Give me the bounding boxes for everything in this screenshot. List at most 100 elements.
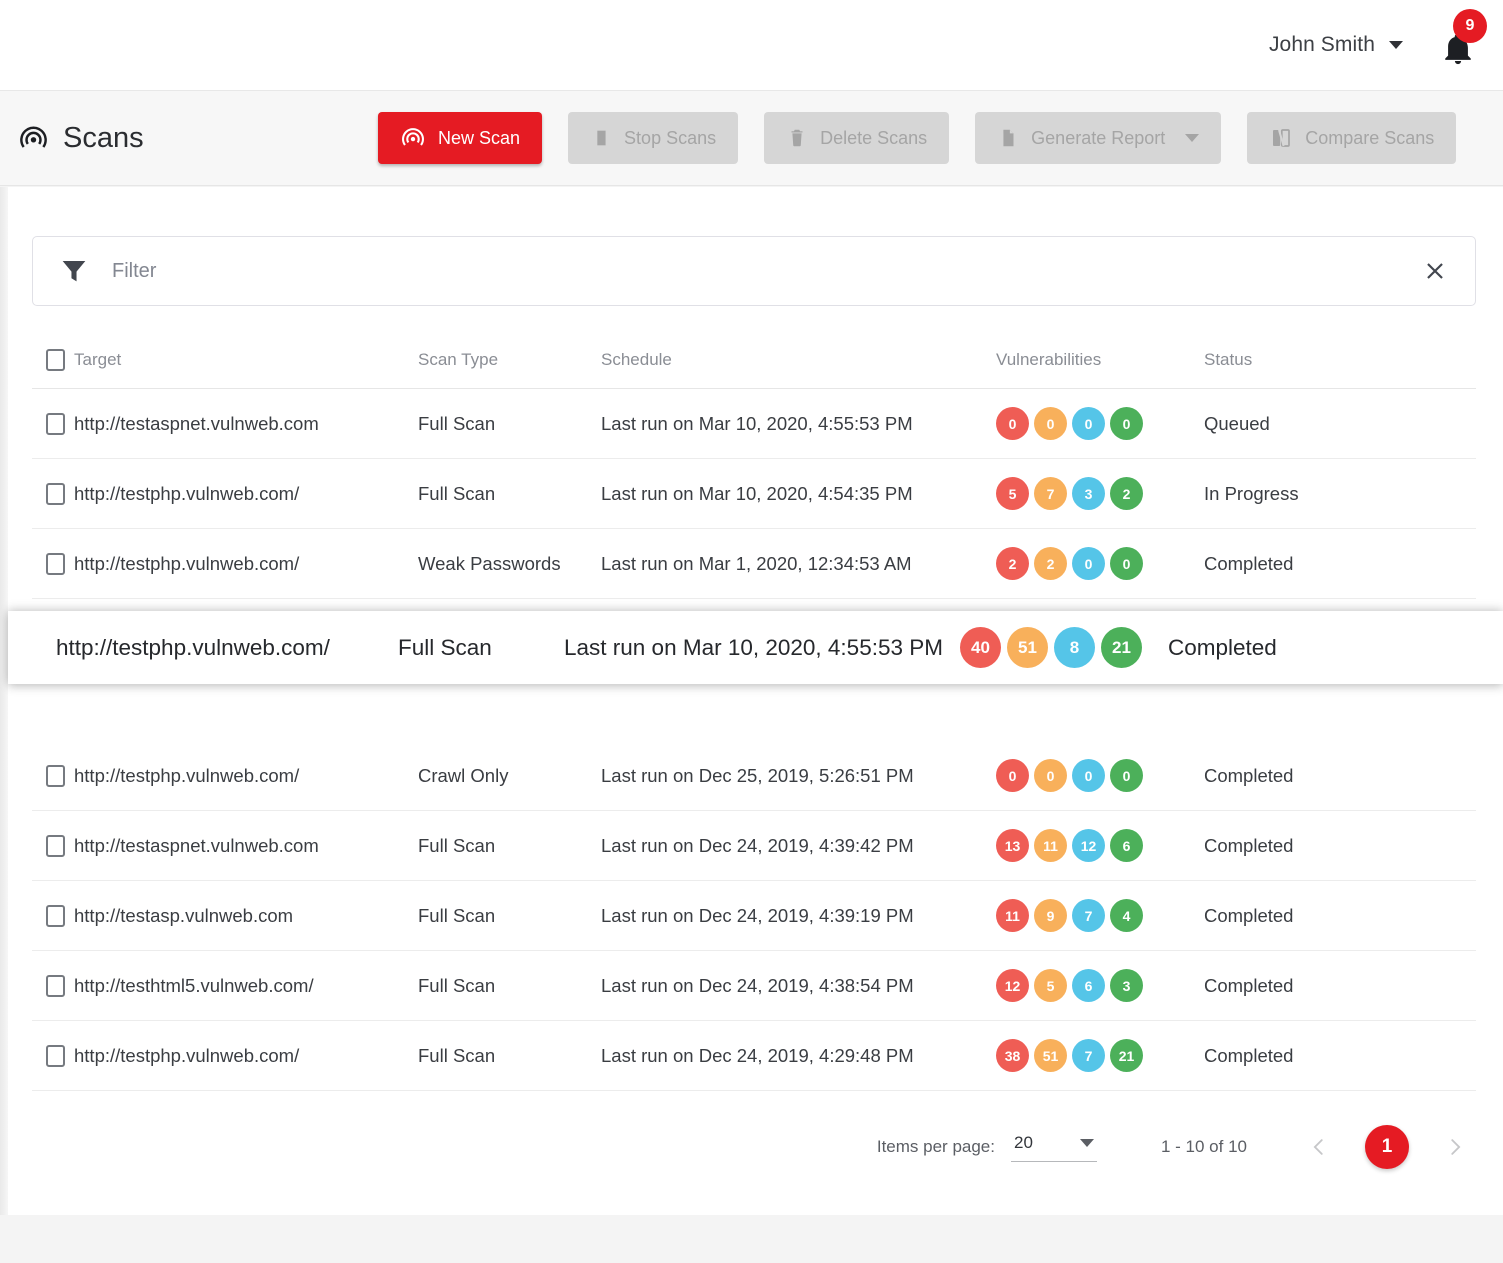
new-scan-button[interactable]: New Scan (378, 112, 542, 164)
cell-target: http://testaspnet.vulnweb.com (74, 835, 418, 857)
table-row[interactable]: http://testhtml5.vulnweb.com/Full ScanLa… (32, 951, 1476, 1021)
compare-icon (1269, 126, 1293, 150)
vulnerability-badge: 2 (1110, 477, 1143, 510)
vulnerability-badge: 40 (960, 627, 1001, 668)
row-checkbox[interactable] (46, 553, 65, 575)
chevron-down-icon (1185, 134, 1199, 142)
table-row[interactable]: http://testasp.vulnweb.comFull ScanLast … (32, 881, 1476, 951)
row-checkbox[interactable] (46, 975, 65, 997)
column-header-scan-type[interactable]: Scan Type (418, 350, 601, 370)
row-checkbox[interactable] (46, 765, 65, 787)
chevron-down-icon (1389, 41, 1403, 49)
paginator-range-label: 1 - 10 of 10 (1161, 1137, 1247, 1157)
cell-schedule: Last run on Mar 1, 2020, 12:34:53 AM (601, 553, 996, 575)
vulnerability-badge: 6 (1110, 829, 1143, 862)
row-checkbox[interactable] (46, 835, 65, 857)
vulnerability-badge: 7 (1072, 1039, 1105, 1072)
cell-schedule: Last run on Mar 10, 2020, 4:54:35 PM (601, 483, 996, 505)
column-header-vulnerabilities[interactable]: Vulnerabilities (996, 350, 1204, 370)
cell-schedule: Last run on Dec 24, 2019, 4:38:54 PM (601, 975, 996, 997)
table-body: http://testaspnet.vulnweb.comFull ScanLa… (32, 389, 1476, 1091)
cell-status: Completed (1204, 835, 1476, 857)
cell-target: http://testphp.vulnweb.com/ (74, 1045, 418, 1067)
row-checkbox-cell (32, 413, 74, 435)
cell-target: http://testasp.vulnweb.com (74, 905, 418, 927)
table-row[interactable]: http://testphp.vulnweb.com/Full ScanLast… (32, 459, 1476, 529)
chevron-right-icon (1444, 1133, 1466, 1161)
cell-schedule: Last run on Dec 24, 2019, 4:39:42 PM (601, 835, 996, 857)
notifications-button[interactable]: 9 (1437, 21, 1481, 69)
radar-scan-icon (18, 123, 49, 154)
vulnerability-badge: 11 (1034, 829, 1067, 862)
page-title-label: Scans (63, 122, 144, 155)
column-header-target[interactable]: Target (74, 350, 418, 370)
select-all-checkbox[interactable] (46, 349, 65, 371)
cell-status: Completed (1204, 975, 1476, 997)
cell-target: http://testhtml5.vulnweb.com/ (74, 975, 418, 997)
vulnerability-badge: 0 (996, 407, 1029, 440)
vulnerability-badge: 6 (1072, 969, 1105, 1002)
items-per-page-select[interactable]: 20 (1011, 1133, 1097, 1162)
paginator-current-page[interactable]: 1 (1365, 1125, 1409, 1169)
table-row[interactable]: http://testaspnet.vulnweb.comFull ScanLa… (32, 389, 1476, 459)
close-icon (1422, 258, 1448, 284)
filter-input[interactable] (112, 260, 1405, 283)
chevron-left-icon (1308, 1133, 1330, 1161)
vulnerability-badge: 3 (1072, 477, 1105, 510)
cell-scan-type: Full Scan (418, 975, 601, 997)
compare-scans-label: Compare Scans (1305, 128, 1434, 149)
vulnerability-badge: 0 (1034, 759, 1067, 792)
table-row[interactable]: http://testphp.vulnweb.com/Crawl OnlyLas… (32, 741, 1476, 811)
row-checkbox[interactable] (46, 483, 65, 505)
cell-schedule: Last run on Dec 24, 2019, 4:29:48 PM (601, 1045, 996, 1067)
radar-scan-icon (400, 125, 426, 151)
row-checkbox[interactable] (46, 1045, 65, 1067)
vulnerability-badge: 4 (1110, 899, 1143, 932)
filter-bar (32, 236, 1476, 306)
user-name: John Smith (1269, 33, 1375, 57)
cell-scan-type: Full Scan (418, 413, 601, 435)
cell-scan-type: Full Scan (418, 1045, 601, 1067)
generate-report-label: Generate Report (1031, 128, 1165, 149)
delete-scans-label: Delete Scans (820, 128, 927, 149)
cell-schedule: Last run on Mar 10, 2020, 4:55:53 PM (601, 413, 996, 435)
paginator-previous-button[interactable] (1299, 1127, 1339, 1167)
delete-scans-button[interactable]: Delete Scans (764, 112, 949, 164)
cell-vulnerabilities: 0000 (996, 759, 1204, 792)
cell-status: Completed (1204, 1045, 1476, 1067)
content-card: Target Scan Type Schedule Vulnerabilitie… (8, 187, 1503, 1215)
vulnerability-badge: 0 (1072, 759, 1105, 792)
cell-scan-type: Crawl Only (418, 765, 601, 787)
compare-scans-button[interactable]: Compare Scans (1247, 112, 1456, 164)
table-row[interactable]: http://testphp.vulnweb.com/Weak Password… (32, 529, 1476, 599)
cell-target: http://testphp.vulnweb.com/ (32, 635, 398, 661)
column-header-schedule[interactable]: Schedule (601, 350, 996, 370)
user-menu[interactable]: John Smith (1269, 33, 1403, 57)
vulnerability-badge: 3 (1110, 969, 1143, 1002)
row-checkbox[interactable] (46, 413, 65, 435)
vulnerability-badge: 7 (1072, 899, 1105, 932)
row-checkbox-cell (32, 553, 74, 575)
vulnerability-badge: 8 (1054, 627, 1095, 668)
vulnerability-badge: 12 (1072, 829, 1105, 862)
items-per-page-value: 20 (1014, 1133, 1033, 1153)
scans-table: Target Scan Type Schedule Vulnerabilitie… (32, 332, 1476, 1091)
vulnerability-badge: 0 (1034, 407, 1067, 440)
vulnerability-badge: 2 (996, 547, 1029, 580)
paginator-next-button[interactable] (1435, 1127, 1475, 1167)
items-per-page-label: Items per page: (877, 1137, 995, 1157)
cell-target: http://testphp.vulnweb.com/ (74, 483, 418, 505)
table-row[interactable]: http://testphp.vulnweb.com/Full ScanLast… (32, 1021, 1476, 1091)
table-row[interactable]: http://testaspnet.vulnweb.comFull ScanLa… (32, 811, 1476, 881)
generate-report-button[interactable]: Generate Report (975, 112, 1221, 164)
cell-schedule: Last run on Dec 25, 2019, 5:26:51 PM (601, 765, 996, 787)
vulnerability-badge: 2 (1034, 547, 1067, 580)
cell-target: http://testphp.vulnweb.com/ (74, 765, 418, 787)
column-header-status[interactable]: Status (1204, 350, 1476, 370)
table-header-row: Target Scan Type Schedule Vulnerabilitie… (32, 332, 1476, 389)
stop-scans-button[interactable]: Stop Scans (568, 112, 738, 164)
vulnerability-badge: 0 (1110, 407, 1143, 440)
filter-clear-button[interactable] (1405, 241, 1465, 301)
table-row-highlighted[interactable]: http://testphp.vulnweb.com/Full ScanLast… (8, 611, 1503, 684)
row-checkbox[interactable] (46, 905, 65, 927)
